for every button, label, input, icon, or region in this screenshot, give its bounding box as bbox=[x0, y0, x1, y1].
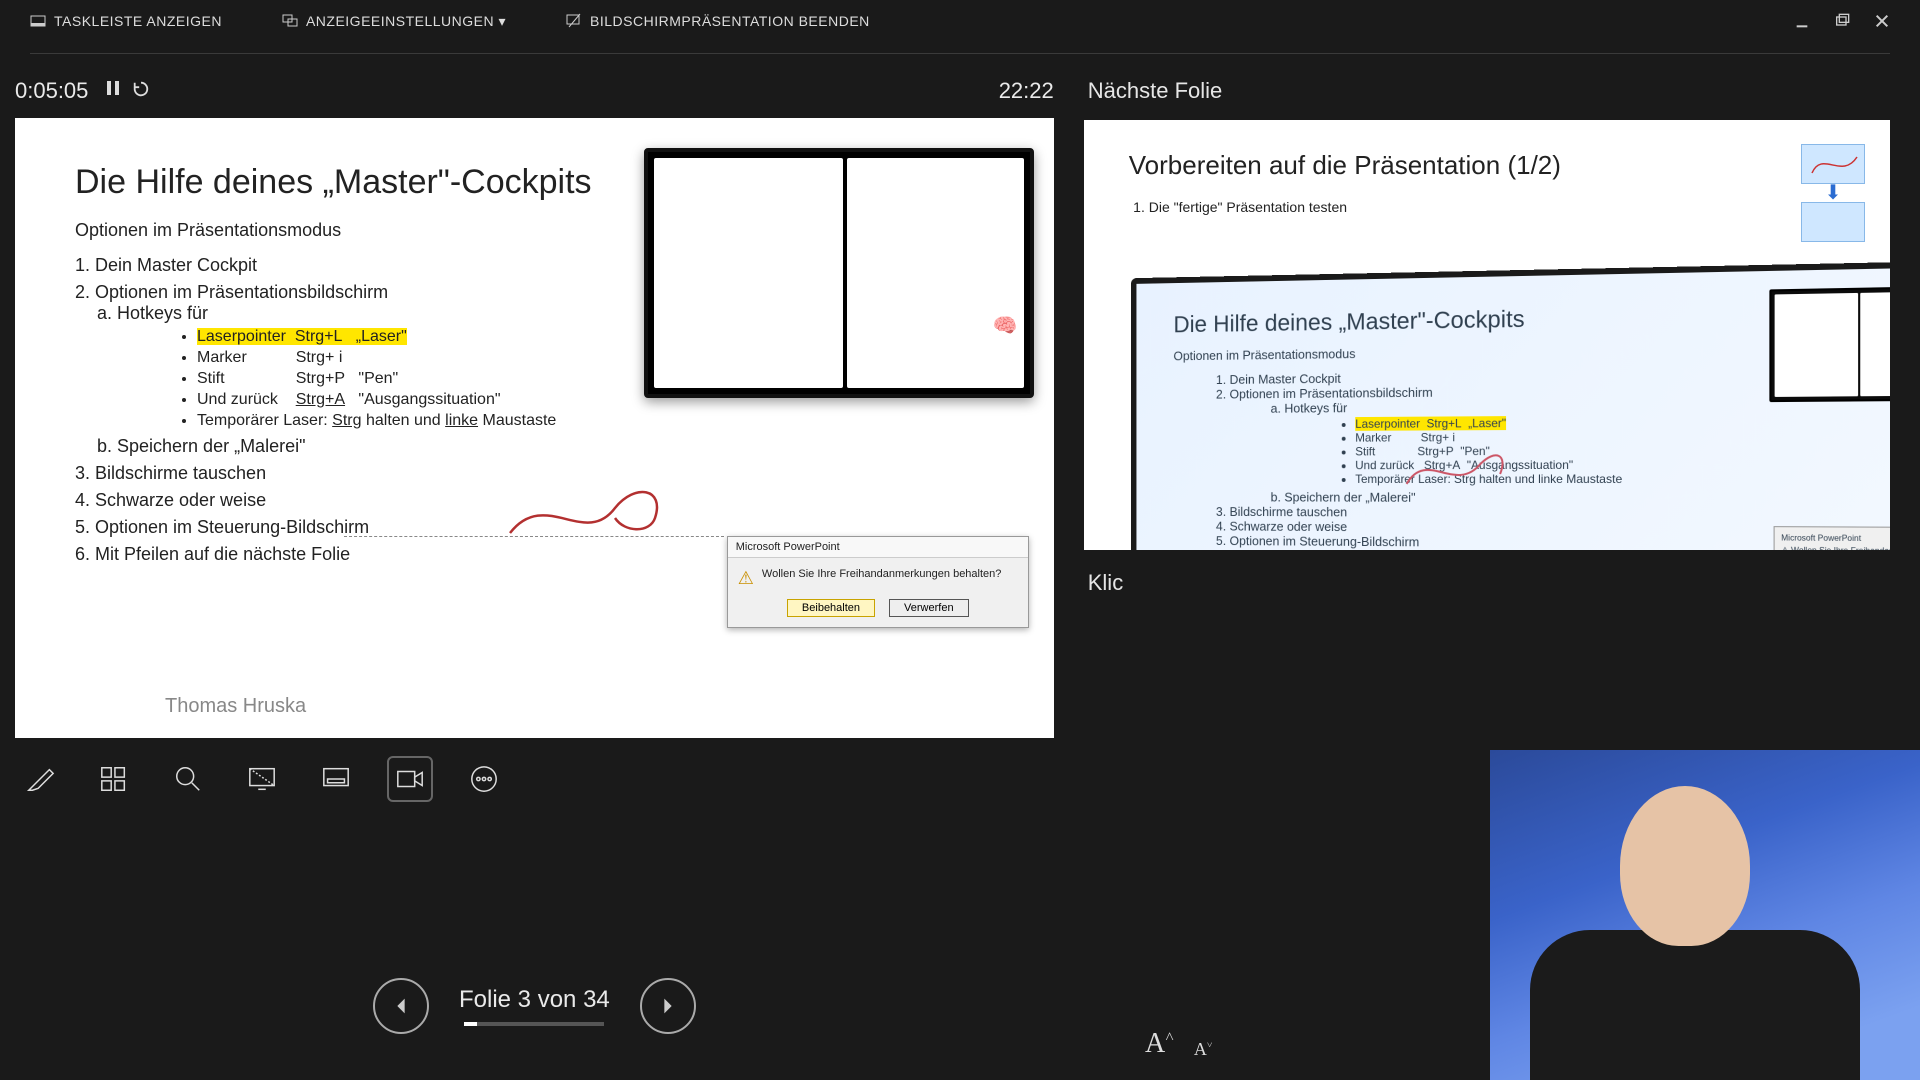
notes-font-controls: A˄ A˅ bbox=[1145, 1028, 1213, 1060]
current-slide-preview[interactable]: Die Hilfe deines „Master"-Cockpits Optio… bbox=[15, 118, 1054, 738]
next-slide-label: Nächste Folie bbox=[1084, 74, 1890, 120]
elapsed-time: 0:05:05 bbox=[15, 78, 88, 104]
pen-tool[interactable] bbox=[19, 758, 61, 800]
display-settings-icon bbox=[282, 13, 298, 29]
end-slideshow-label: BILDSCHIRMPRÄSENTATION BEENDEN bbox=[590, 13, 870, 29]
slide-progress-bar bbox=[464, 1022, 604, 1026]
decrease-font-button[interactable]: A˅ bbox=[1194, 1039, 1213, 1060]
close-icon[interactable] bbox=[1874, 13, 1890, 29]
reset-timer-button[interactable] bbox=[132, 80, 150, 103]
timer-row: 0:05:05 22:22 bbox=[15, 74, 1054, 118]
minimize-icon[interactable] bbox=[1794, 13, 1810, 29]
zoom-tool[interactable] bbox=[167, 758, 209, 800]
show-taskbar-button[interactable]: TASKLEISTE ANZEIGEN bbox=[30, 13, 222, 29]
down-arrow-icon: ⬇ bbox=[1825, 188, 1842, 198]
projected-slide-photo: Die Hilfe deines „Master"-Cockpits Optio… bbox=[1131, 261, 1890, 550]
show-taskbar-label: TASKLEISTE ANZEIGEN bbox=[54, 13, 222, 29]
subtitle-tool[interactable] bbox=[315, 758, 357, 800]
discard-button[interactable]: Verwerfen bbox=[889, 599, 969, 617]
more-tools[interactable] bbox=[463, 758, 505, 800]
presenter-view-thumbnail: 🧠 bbox=[644, 148, 1034, 398]
display-settings-button[interactable]: ANZEIGEEINSTELLUNGEN ▾ bbox=[282, 13, 506, 30]
keep-ink-dialog: Microsoft PowerPoint ⚠ Wollen Sie Ihre F… bbox=[727, 536, 1029, 628]
top-menu-bar: TASKLEISTE ANZEIGEN ANZEIGEEINSTELLUNGEN… bbox=[0, 0, 1920, 43]
camera-tool[interactable] bbox=[389, 758, 431, 800]
dialog-message: Wollen Sie Ihre Freihandanmerkungen beha… bbox=[762, 568, 1002, 580]
pause-button[interactable] bbox=[106, 80, 120, 103]
restore-icon[interactable] bbox=[1834, 13, 1850, 29]
slide-subitem: Speichern der „Malerei" bbox=[117, 436, 1004, 457]
slide-item: Bildschirme tauschen bbox=[95, 463, 1004, 484]
dialog-title: Microsoft PowerPoint bbox=[728, 537, 1028, 558]
black-screen-tool[interactable] bbox=[241, 758, 283, 800]
end-slideshow-icon bbox=[566, 13, 582, 29]
presenter-toolbar bbox=[15, 738, 1054, 810]
warning-icon: ⚠ bbox=[738, 568, 754, 589]
see-all-slides-tool[interactable] bbox=[93, 758, 135, 800]
next-slide-preview[interactable]: Vorbereiten auf die Präsentation (1/2) D… bbox=[1084, 120, 1890, 550]
window-controls bbox=[1794, 13, 1890, 29]
wall-clock: 22:22 bbox=[999, 78, 1054, 104]
taskbar-icon bbox=[30, 13, 46, 29]
end-slideshow-button[interactable]: BILDSCHIRMPRÄSENTATION BEENDEN bbox=[566, 13, 870, 29]
dialog-connector-line bbox=[344, 536, 724, 538]
notes-section-label: Klic bbox=[1084, 570, 1890, 596]
prev-slide-button[interactable] bbox=[373, 978, 429, 1034]
next-slide-item: Die "fertige" Präsentation testen bbox=[1149, 199, 1860, 215]
slide-item: Schwarze oder weise bbox=[95, 490, 1004, 511]
keep-button[interactable]: Beibehalten bbox=[787, 599, 875, 617]
slide-footer-author: Thomas Hruska bbox=[165, 695, 306, 718]
next-slide-button[interactable] bbox=[640, 978, 696, 1034]
increase-font-button[interactable]: A˄ bbox=[1145, 1028, 1174, 1060]
slide-counter-label: Folie 3 von 34 bbox=[459, 986, 610, 1014]
presenter-webcam[interactable] bbox=[1490, 750, 1920, 1080]
hotkey-row: Temporärer Laser: Strg halten und linke … bbox=[197, 412, 1004, 430]
slide-item: Optionen im Steuerung-Bildschirm bbox=[95, 517, 1004, 538]
brain-icon: 🧠 bbox=[993, 313, 1018, 338]
display-settings-label: ANZEIGEEINSTELLUNGEN ▾ bbox=[306, 13, 506, 30]
slide-navigator: Folie 3 von 34 bbox=[15, 938, 1054, 1080]
next-slide-title: Vorbereiten auf die Präsentation (1/2) bbox=[1129, 150, 1860, 181]
next-slide-graphic: ⬇ bbox=[1798, 144, 1868, 242]
